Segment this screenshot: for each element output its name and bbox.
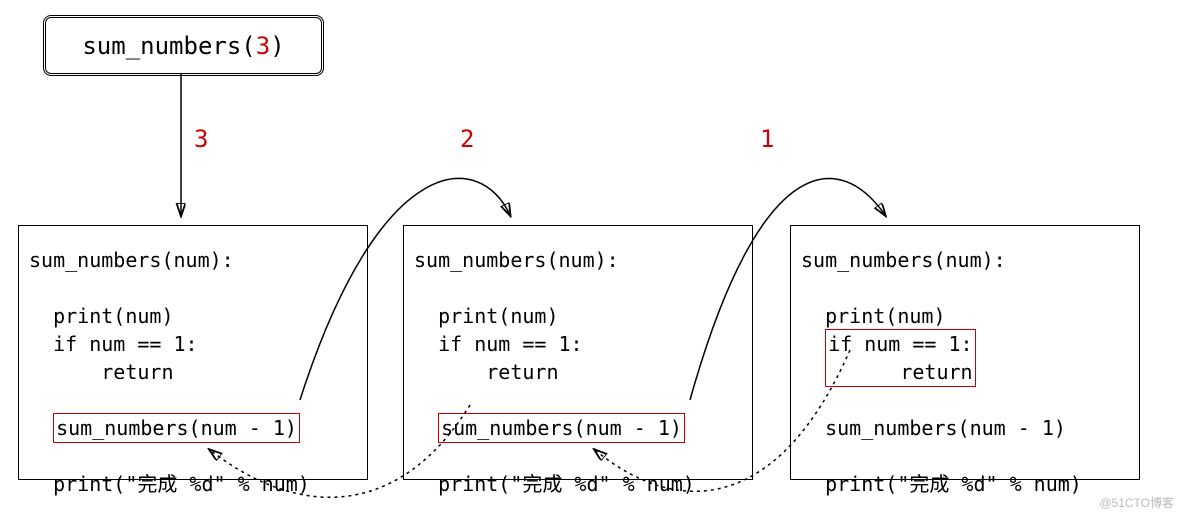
blank bbox=[29, 274, 357, 302]
frame3-print: print(num) bbox=[801, 302, 1129, 330]
frame1-recurse-highlight: sum_numbers(num - 1) bbox=[53, 413, 300, 443]
frame3-return-highlight: if num == 1: return bbox=[825, 329, 976, 387]
blank bbox=[801, 386, 1129, 414]
step-label-2: 2 bbox=[460, 125, 474, 153]
frame2-if: if num == 1: bbox=[414, 330, 742, 358]
frame1-if: if num == 1: bbox=[29, 330, 357, 358]
frame3-ifret: if num == 1: return bbox=[801, 330, 1129, 386]
frame1-header: sum_numbers(num): bbox=[29, 246, 357, 274]
frame2-header: sum_numbers(num): bbox=[414, 246, 742, 274]
frame2-return: return bbox=[414, 358, 742, 386]
frame2-recurse: sum_numbers(num - 1) bbox=[414, 414, 742, 442]
blank bbox=[414, 274, 742, 302]
blank bbox=[801, 442, 1129, 470]
frame2-done: print("完成 %d" % num) bbox=[414, 470, 742, 498]
frame2-recurse-highlight: sum_numbers(num - 1) bbox=[438, 413, 685, 443]
call-text: sum_numbers(3) bbox=[82, 32, 284, 60]
frame1-print: print(num) bbox=[29, 302, 357, 330]
call-frame-1: sum_numbers(num): print(num) if num == 1… bbox=[18, 225, 368, 480]
blank bbox=[29, 386, 357, 414]
frame1-recurse: sum_numbers(num - 1) bbox=[29, 414, 357, 442]
step-label-1: 3 bbox=[194, 125, 208, 153]
blank bbox=[801, 274, 1129, 302]
blank bbox=[29, 442, 357, 470]
frame3-header: sum_numbers(num): bbox=[801, 246, 1129, 274]
frame1-return: return bbox=[29, 358, 357, 386]
frame3-done: print("完成 %d" % num) bbox=[801, 470, 1129, 498]
step-label-3: 1 bbox=[760, 125, 774, 153]
call-frame-3: sum_numbers(num): print(num) if num == 1… bbox=[790, 225, 1140, 480]
frame1-done: print("完成 %d" % num) bbox=[29, 470, 357, 498]
frame2-print: print(num) bbox=[414, 302, 742, 330]
blank bbox=[414, 442, 742, 470]
frame3-recurse: sum_numbers(num - 1) bbox=[801, 414, 1129, 442]
watermark: @51CTO博客 bbox=[1099, 489, 1174, 517]
initial-call-box: sum_numbers(3) bbox=[43, 15, 324, 76]
call-frame-2: sum_numbers(num): print(num) if num == 1… bbox=[403, 225, 753, 480]
blank bbox=[414, 386, 742, 414]
